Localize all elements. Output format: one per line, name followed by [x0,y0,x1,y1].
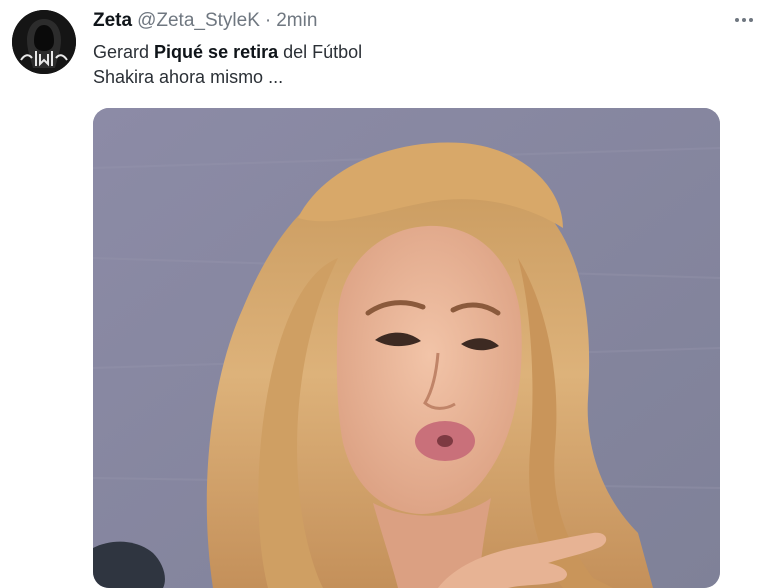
user-handle[interactable]: @Zeta_StyleK [137,10,260,32]
hooded-figure-icon [12,10,76,74]
tweet-text-line-1: Gerard Piqué se retira del Fútbol [93,40,362,65]
text-part-1: Gerard [93,42,150,62]
more-dot [742,18,746,22]
text-part-3: del Fútbol [283,42,363,62]
tweet-header: Zeta @Zeta_StyleK · 2min [93,10,317,34]
timestamp[interactable]: 2min [276,10,317,32]
portrait-illustration [93,108,720,588]
separator-dot: · [264,10,272,31]
more-dot [749,18,753,22]
tweet-text-line-2: Shakira ahora mismo ... [93,67,284,87]
more-horizontal-icon [735,18,739,22]
more-options-button[interactable] [727,8,761,32]
display-name[interactable]: Zeta [93,10,132,32]
text-part-bold: Piqué se retira [154,42,279,62]
tweet-card[interactable]: Zeta @Zeta_StyleK · 2min Gerard Piqué se… [0,0,773,588]
profile-avatar[interactable] [12,10,76,74]
tweet-photo[interactable] [93,108,720,588]
tweet-text: Gerard Piqué se retira del Fútbol Shakir… [93,40,362,90]
